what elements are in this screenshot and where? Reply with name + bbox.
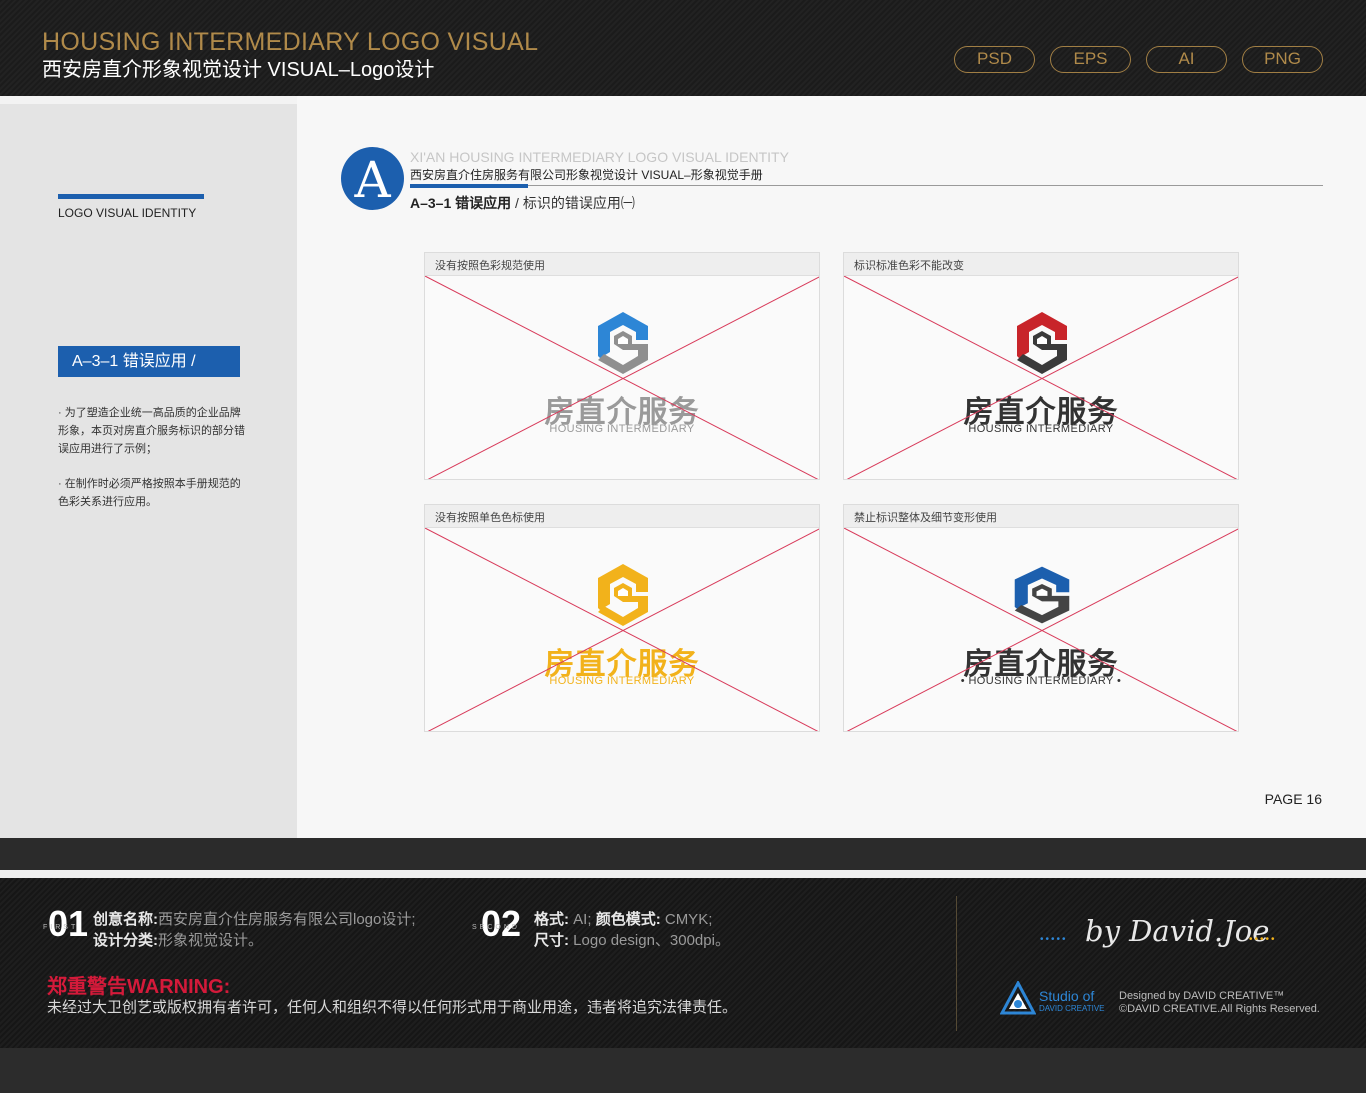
card-title: 没有按照单色色标使用 [435, 512, 545, 524]
card-header: 没有按照单色色标使用 [425, 505, 819, 528]
category-value: 形象视觉设计。 [158, 932, 264, 949]
heading-cn: 西安房直介住房服务有限公司形象视觉设计 VISUAL–形象视觉手册 [410, 168, 763, 182]
category-label: 设计分类: [93, 932, 158, 949]
bottom-bar [0, 1048, 1366, 1093]
section-letter-badge: A [341, 147, 404, 210]
signature: by David.Joe [1085, 914, 1270, 948]
section-subtitle-bold: A–3–1 错误应用 [410, 195, 512, 211]
misuse-card: 没有按照单色色标使用 房直介服务 HOUSING INTERMEDIARY [424, 504, 820, 732]
misuse-card: 没有按照色彩规范使用 房直介服务 HOUSING INTERMEDIARY [424, 252, 820, 480]
category-line: 设计分类:形象视觉设计。 [93, 929, 263, 950]
misuse-cross-icon [844, 276, 1238, 479]
card-header: 没有按照色彩规范使用 [425, 253, 819, 276]
header-title-cn: 西安房直介形象视觉设计 VISUAL–Logo设计 [42, 59, 435, 81]
heading-en: XI'AN HOUSING INTERMEDIARY LOGO VISUAL I… [410, 149, 789, 165]
side-rule [58, 194, 204, 199]
size-value: Logo design、300dpi。 [573, 932, 730, 949]
format-badge-psd: PSD [954, 46, 1035, 73]
dots-left-decoration: ••••• [1040, 934, 1068, 945]
rights-notice: ©DAVID CREATIVE.All Rights Reserved. [1119, 1003, 1320, 1015]
card-title: 没有按照色彩规范使用 [435, 260, 545, 272]
misuse-cross-icon [425, 528, 819, 731]
heading-rule [410, 185, 1323, 186]
warning-text: 未经过大卫创艺或版权拥有者许可，任何人和组织不得以任何形式用于商业用途，违者将追… [47, 999, 738, 1016]
section-subtitle: A–3–1 错误应用 / 标识的错误应用㈠ [410, 193, 635, 213]
section-subtitle-rest: / 标识的错误应用㈠ [511, 195, 635, 211]
heading-rule-accent [410, 184, 528, 188]
side-label: LOGO VISUAL IDENTITY [58, 206, 197, 220]
side-note: · 在制作时必须严格按照本手册规范的色彩关系进行应用。 [58, 478, 241, 508]
section-letter: A [353, 151, 391, 209]
footer-number-2-label: SECOND [472, 924, 520, 931]
format-badge-ai: AI [1146, 46, 1227, 73]
designed-by: Designed by DAVID CREATIVE™ [1119, 990, 1285, 1002]
size-line: 尺寸: Logo design、300dpi。 [534, 929, 730, 950]
card-header: 禁止标识整体及细节变形使用 [844, 505, 1238, 528]
divider-gap [0, 870, 1366, 878]
section-tag: A–3–1 错误应用 / [58, 346, 240, 377]
color-mode-value: CMYK; [664, 911, 713, 928]
dots-right-decoration: ••••• [1249, 934, 1277, 945]
content-area: A XI'AN HOUSING INTERMEDIARY LOGO VISUAL… [297, 96, 1366, 838]
format-badges: PSD EPS AI PNG [954, 46, 1323, 73]
creative-name-line: 创意名称:西安房直介住房服务有限公司logo设计; [93, 908, 416, 929]
footer-divider [956, 896, 957, 1031]
footer-number-1-label: FIRST [43, 924, 79, 931]
card-title: 禁止标识整体及细节变形使用 [854, 512, 997, 524]
warning-title: 郑重警告WARNING: [47, 976, 231, 998]
misuse-card: 标识标准色彩不能改变 房直介服务 HOUSING INTERMEDIARY [843, 252, 1239, 480]
page-number: PAGE 16 [1264, 791, 1322, 807]
misuse-cross-icon [844, 528, 1238, 731]
creative-name-label: 创意名称: [93, 911, 158, 928]
divider-stripe [0, 838, 1366, 870]
format-line: 格式: AI; 颜色模式: CMYK; [534, 908, 712, 929]
format-badge-eps: EPS [1050, 46, 1131, 73]
studio-sub: DAVID CREATIVE [1039, 1004, 1105, 1013]
side-note: · 为了塑造企业统一高品质的企业品牌形象，本页对房直介服务标识的部分错误应用进行… [58, 407, 245, 455]
color-mode-label: 颜色模式: [595, 911, 661, 928]
misuse-card: 禁止标识整体及细节变形使用 房直介服务 • HOUSING INTERMEDIARY… [843, 504, 1239, 732]
card-header: 标识标准色彩不能改变 [844, 253, 1238, 276]
misuse-cross-icon [425, 276, 819, 479]
format-label: 格式: [534, 911, 569, 928]
side-panel: LOGO VISUAL IDENTITY A–3–1 错误应用 / · 为了塑造… [0, 104, 297, 838]
size-label: 尺寸: [534, 932, 569, 949]
format-value: AI; [573, 911, 592, 928]
studio-name: Studio of [1039, 988, 1095, 1004]
studio-logo-icon [999, 979, 1037, 1020]
footer: 01 FIRST 创意名称:西安房直介住房服务有限公司logo设计; 设计分类:… [0, 878, 1366, 1048]
creative-name-value: 西安房直介住房服务有限公司logo设计; [158, 911, 416, 928]
card-title: 标识标准色彩不能改变 [854, 260, 964, 272]
manual-page: LOGO VISUAL IDENTITY A–3–1 错误应用 / · 为了塑造… [0, 96, 1366, 838]
header-bar: HOUSING INTERMEDIARY LOGO VISUAL 西安房直介形象… [0, 0, 1366, 96]
format-badge-png: PNG [1242, 46, 1323, 73]
